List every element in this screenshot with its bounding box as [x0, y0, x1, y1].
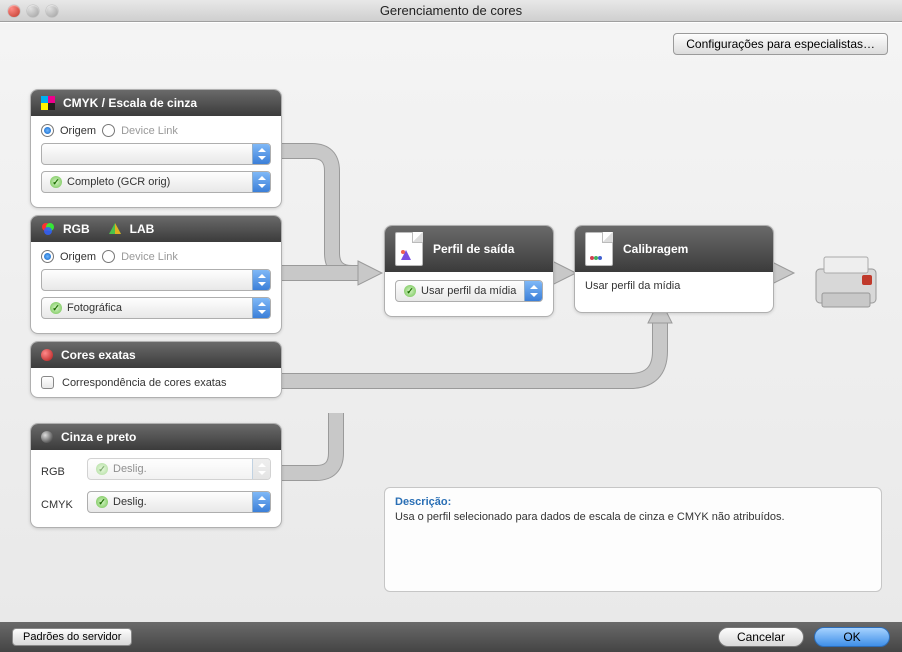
printer-icon [810, 249, 886, 313]
spot-panel-header: Cores exatas [31, 342, 281, 368]
cmyk-intent-combo[interactable]: Completo (GCR orig) [41, 171, 271, 193]
check-icon [50, 176, 62, 188]
check-icon [50, 302, 62, 314]
content-area: Configurações para especialistas… CMYK /… [0, 22, 902, 622]
window-title: Gerenciamento de cores [0, 3, 902, 18]
page-icon [585, 232, 613, 266]
gray-title: Cinza e preto [61, 430, 136, 444]
cancel-button[interactable]: Cancelar [718, 627, 804, 647]
rgb-devicelink-label: Device Link [121, 251, 178, 263]
check-icon [404, 285, 416, 297]
spot-icon [41, 349, 53, 361]
cmyk-devicelink-label: Device Link [121, 125, 178, 137]
rgb-title: RGB [63, 222, 90, 236]
spot-match-label: Correspondência de cores exatas [62, 377, 226, 389]
cmyk-devicelink-radio[interactable] [102, 124, 115, 137]
gray-rgb-label: RGB [41, 466, 81, 478]
lab-icon [108, 222, 122, 236]
spot-panel: Cores exatas Correspondência de cores ex… [30, 341, 282, 398]
calibration-text: Usar perfil da mídia [585, 280, 680, 292]
rgb-icon [41, 222, 55, 236]
rgb-panel: RGB LAB Origem Device Link Fotográfica [30, 215, 282, 334]
expert-settings-button[interactable]: Configurações para especialistas… [673, 33, 888, 55]
gray-cmyk-label: CMYK [41, 499, 81, 511]
titlebar: Gerenciamento de cores [0, 0, 902, 22]
cmyk-panel-header: CMYK / Escala de cinza [31, 90, 281, 116]
footer: Padrões do servidor Cancelar OK [0, 622, 902, 652]
calibration-title: Calibragem [623, 242, 688, 256]
check-icon [96, 496, 108, 508]
check-icon [96, 463, 108, 475]
cmyk-radio-row: Origem Device Link [41, 124, 271, 137]
spot-match-checkbox[interactable] [41, 376, 54, 389]
output-panel: Perfil de saída Usar perfil da mídia [384, 225, 554, 317]
rgb-panel-header: RGB LAB [31, 216, 281, 242]
calibration-panel-header: Calibragem [575, 226, 773, 272]
cmyk-profile-combo[interactable] [41, 143, 271, 165]
rgb-radio-row: Origem Device Link [41, 250, 271, 263]
rgb-intent-combo[interactable]: Fotográfica [41, 297, 271, 319]
server-defaults-button[interactable]: Padrões do servidor [12, 628, 132, 646]
description-heading: Descrição: [395, 496, 871, 508]
description-text: Usa o perfil selecionado para dados de e… [395, 511, 871, 523]
rgb-devicelink-radio[interactable] [102, 250, 115, 263]
gray-icon [41, 431, 53, 443]
cmyk-origin-radio[interactable] [41, 124, 54, 137]
gray-cmyk-combo[interactable]: Deslig. [87, 491, 271, 513]
ok-button[interactable]: OK [814, 627, 890, 647]
spot-title: Cores exatas [61, 348, 136, 362]
output-title: Perfil de saída [433, 242, 514, 256]
cmyk-panel: CMYK / Escala de cinza Origem Device Lin… [30, 89, 282, 208]
gray-rgb-combo: Deslig. [87, 458, 271, 480]
cmyk-icon [41, 96, 55, 110]
gray-panel-header: Cinza e preto [31, 424, 281, 450]
rgb-origin-label: Origem [60, 251, 96, 263]
page-icon [395, 232, 423, 266]
output-panel-header: Perfil de saída [385, 226, 553, 272]
output-profile-combo[interactable]: Usar perfil da mídia [395, 280, 543, 302]
cmyk-origin-label: Origem [60, 125, 96, 137]
lab-title: LAB [130, 222, 155, 236]
cmyk-title: CMYK / Escala de cinza [63, 96, 197, 110]
rgb-profile-combo[interactable] [41, 269, 271, 291]
calibration-panel: Calibragem Usar perfil da mídia [574, 225, 774, 313]
rgb-origin-radio[interactable] [41, 250, 54, 263]
description-box: Descrição: Usa o perfil selecionado para… [384, 487, 882, 592]
gray-panel: Cinza e preto RGB Deslig. CMYK Deslig. [30, 423, 282, 528]
